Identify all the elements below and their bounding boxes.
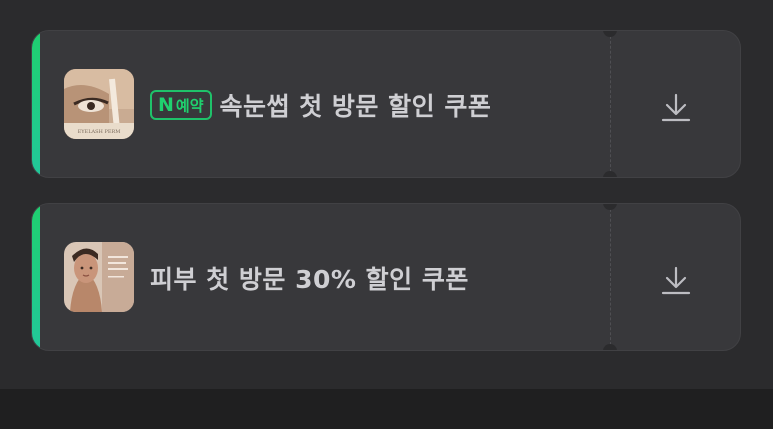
coupon-title-row: N 예약 속눈썹 첫 방문 할인 쿠폰 bbox=[150, 31, 492, 177]
badge-text: 예약 bbox=[175, 96, 204, 115]
coupon-accent-bar bbox=[32, 31, 40, 177]
coupon-accent-bar bbox=[32, 204, 40, 350]
coupon-title: 피부 첫 방문 30% 할인 쿠폰 bbox=[150, 265, 469, 294]
coupon-notch-top bbox=[603, 31, 617, 37]
page-footer-band bbox=[0, 389, 773, 429]
n-reservation-badge: N 예약 bbox=[150, 90, 212, 120]
coupon-notch-bottom bbox=[603, 171, 617, 177]
coupon-divider bbox=[610, 31, 611, 177]
coupon-title: 속눈썹 첫 방문 할인 쿠폰 bbox=[219, 92, 492, 121]
badge-n-letter: N bbox=[158, 94, 174, 116]
coupon-thumbnail-skin bbox=[64, 242, 134, 312]
thumbnail-caption: EYELASH PERM bbox=[78, 129, 121, 135]
coupon-card-skin[interactable]: 피부 첫 방문 30% 할인 쿠폰 bbox=[31, 203, 741, 351]
coupon-divider bbox=[610, 204, 611, 350]
coupon-thumbnail-eyelash: EYELASH PERM bbox=[64, 69, 134, 139]
download-icon[interactable] bbox=[659, 91, 693, 125]
coupon-card-eyelash[interactable]: EYELASH PERM N 예약 속눈썹 첫 방문 할인 쿠폰 bbox=[31, 30, 741, 178]
download-icon[interactable] bbox=[659, 264, 693, 298]
coupon-title-row: 피부 첫 방문 30% 할인 쿠폰 bbox=[150, 204, 469, 350]
coupon-notch-top bbox=[603, 204, 617, 210]
coupon-notch-bottom bbox=[603, 344, 617, 350]
